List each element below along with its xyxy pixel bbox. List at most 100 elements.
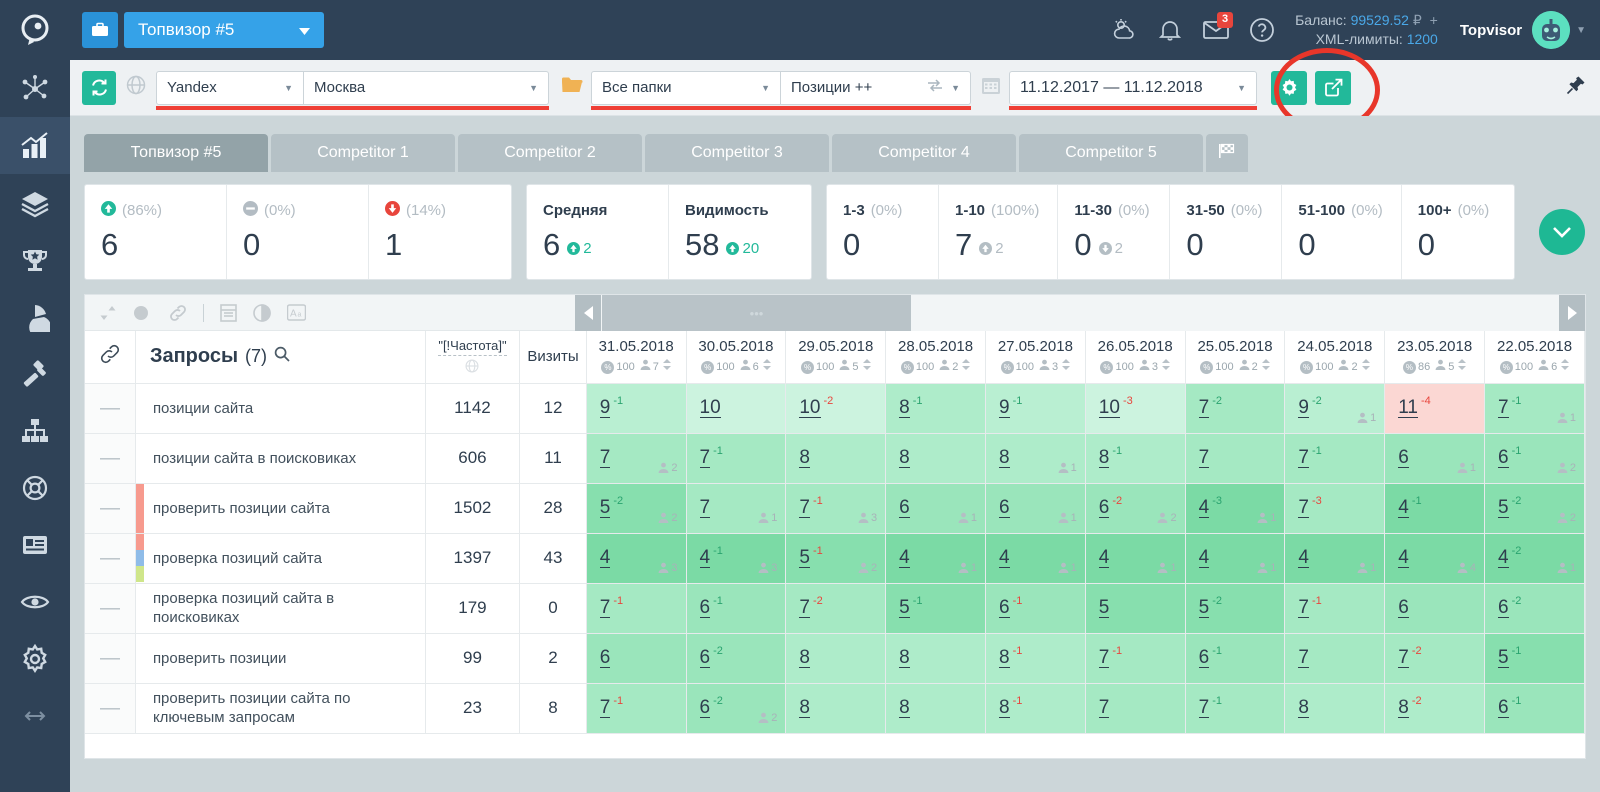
- sort-toggle-icon[interactable]: [1458, 358, 1467, 377]
- position-value[interactable]: 7: [599, 698, 611, 718]
- header-date-column[interactable]: 27.05.2018% 100 3: [985, 331, 1086, 384]
- position-value[interactable]: 8: [899, 648, 910, 668]
- position-value[interactable]: 7: [699, 448, 711, 468]
- position-value[interactable]: 4: [1398, 498, 1409, 518]
- position-value[interactable]: 5: [799, 548, 810, 568]
- position-value[interactable]: 8: [1098, 448, 1110, 468]
- cell-frequency[interactable]: 1142: [425, 383, 521, 434]
- sort-toggle-icon[interactable]: [1161, 358, 1170, 377]
- chevron-right-icon[interactable]: [1559, 295, 1585, 331]
- cell-position[interactable]: 7 -1: [586, 583, 687, 634]
- scroll-thumb[interactable]: •••: [602, 295, 911, 331]
- position-value[interactable]: 8: [799, 448, 810, 468]
- cell-position[interactable]: 9 -2 1: [1284, 383, 1386, 434]
- row-handle[interactable]: —: [85, 483, 136, 534]
- cell-position[interactable]: 41: [985, 533, 1086, 584]
- cell-frequency[interactable]: 1502: [425, 483, 521, 534]
- cell-position[interactable]: 71: [686, 483, 787, 534]
- cell-position[interactable]: 7 -1: [1284, 583, 1386, 634]
- sidebar-item-support[interactable]: [0, 459, 70, 516]
- sidebar-item-collapse[interactable]: [0, 687, 70, 744]
- cell-position[interactable]: 7: [1185, 433, 1286, 484]
- position-value[interactable]: 8: [1298, 698, 1309, 718]
- cell-query[interactable]: проверить позиции сайта: [135, 483, 426, 534]
- position-value[interactable]: 5: [1098, 598, 1110, 618]
- cell-position[interactable]: 41: [885, 533, 986, 584]
- cell-position[interactable]: 5 -2 2: [586, 483, 687, 534]
- header-date-column[interactable]: 25.05.2018% 100 2: [1185, 331, 1286, 384]
- position-value[interactable]: 6: [699, 598, 711, 618]
- position-value[interactable]: 7: [1298, 648, 1309, 668]
- cell-position[interactable]: 9 -1: [586, 383, 687, 434]
- username-label[interactable]: Topvisor: [1460, 22, 1522, 39]
- sidebar-item-reports[interactable]: [0, 516, 70, 573]
- cell-frequency[interactable]: 606: [425, 433, 521, 484]
- cell-position[interactable]: 8: [885, 683, 986, 734]
- position-value[interactable]: 7: [699, 498, 711, 518]
- cell-position[interactable]: 41: [1284, 533, 1386, 584]
- row-handle[interactable]: —: [85, 683, 136, 734]
- tab-competitor-5[interactable]: Competitor 5: [1019, 134, 1203, 172]
- sort-toggle-icon[interactable]: [1561, 358, 1570, 377]
- position-value[interactable]: 9: [998, 398, 1010, 418]
- cell-position[interactable]: 10 -2: [785, 383, 887, 434]
- header-date-column[interactable]: 26.05.2018% 100 3: [1085, 331, 1186, 384]
- cell-visits[interactable]: 28: [519, 483, 587, 534]
- cell-position[interactable]: 4 -1 3: [686, 533, 787, 584]
- position-value[interactable]: 4: [998, 548, 1010, 568]
- cell-position[interactable]: 9 -1: [985, 383, 1086, 434]
- cell-position[interactable]: 11 -4: [1384, 383, 1486, 434]
- position-value[interactable]: 5: [899, 598, 910, 618]
- position-value[interactable]: 6: [1498, 598, 1509, 618]
- cell-query[interactable]: проверить позиции сайта по ключевым запр…: [135, 683, 426, 734]
- table-row[interactable]: — проверить позиции сайта 1502 28 5 -2 2 7 1 7 -1 3…: [85, 483, 1585, 534]
- cell-position[interactable]: 7 -1 3: [785, 483, 887, 534]
- position-value[interactable]: 6: [998, 498, 1010, 518]
- cell-position[interactable]: 8 -1: [985, 633, 1086, 684]
- preset-select[interactable]: Позиции ++ ▼: [781, 70, 971, 105]
- header-date-column[interactable]: 28.05.2018% 100 2: [885, 331, 986, 384]
- header-date-column[interactable]: 31.05.2018% 100 7: [586, 331, 687, 384]
- cell-query[interactable]: проверка позиций сайта: [135, 533, 426, 584]
- scroll-track[interactable]: •••: [601, 295, 1559, 331]
- sort-toggle-icon[interactable]: [662, 358, 671, 377]
- cell-position[interactable]: 8: [1284, 683, 1386, 734]
- swap-icon[interactable]: [927, 79, 943, 96]
- tab-competitor-1[interactable]: Competitor 1: [271, 134, 455, 172]
- row-handle[interactable]: —: [85, 433, 136, 484]
- expand-stats-button[interactable]: [1538, 209, 1585, 255]
- cell-position[interactable]: 4 -1: [1384, 483, 1486, 534]
- globe-icon[interactable]: [126, 75, 146, 100]
- position-value[interactable]: 7: [599, 448, 611, 468]
- chevron-left-icon[interactable]: [575, 295, 601, 331]
- columns-icon[interactable]: [220, 303, 237, 322]
- cell-position[interactable]: 5: [1085, 583, 1186, 634]
- position-value[interactable]: 6: [1098, 498, 1110, 518]
- search-icon[interactable]: [274, 345, 290, 368]
- sort-toggle-icon[interactable]: [862, 358, 871, 377]
- tab-main[interactable]: Топвизор #5: [84, 134, 268, 172]
- position-value[interactable]: 10: [799, 398, 821, 418]
- briefcase-icon[interactable]: [82, 12, 118, 48]
- cell-visits[interactable]: 12: [519, 383, 587, 434]
- position-value[interactable]: 5: [1198, 598, 1210, 618]
- position-value[interactable]: 7: [1298, 448, 1309, 468]
- cell-position[interactable]: 41: [1085, 533, 1186, 584]
- position-value[interactable]: 4: [1398, 548, 1409, 568]
- sidebar-item-structure[interactable]: [0, 402, 70, 459]
- search-engine-select[interactable]: Yandex ▼: [156, 70, 304, 105]
- header-date-column[interactable]: 30.05.2018% 100 6: [686, 331, 787, 384]
- cell-position[interactable]: 61: [985, 483, 1086, 534]
- tab-competitor-3[interactable]: Competitor 3: [645, 134, 829, 172]
- cell-position[interactable]: 5 -1: [885, 583, 986, 634]
- balance-block[interactable]: Баланс: 99529.52 ₽ + XML-лимиты: 1200: [1295, 11, 1438, 49]
- cell-position[interactable]: 10 -3: [1085, 383, 1186, 434]
- folder-select[interactable]: Все папки ▼: [591, 70, 781, 105]
- cell-position[interactable]: 7 -2: [785, 583, 887, 634]
- position-value[interactable]: 7: [1198, 398, 1210, 418]
- sort-toggle-icon[interactable]: [962, 358, 971, 377]
- cell-position[interactable]: 6 -1 2: [1484, 433, 1585, 484]
- cell-position[interactable]: 41: [1185, 533, 1286, 584]
- cell-position[interactable]: 8 -1: [885, 383, 986, 434]
- contrast-icon[interactable]: [253, 303, 271, 322]
